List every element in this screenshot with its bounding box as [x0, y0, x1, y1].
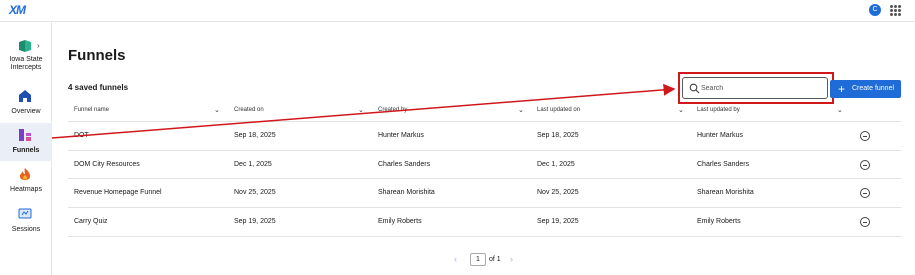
- funnel-name-link[interactable]: DOM City Resources: [74, 161, 140, 168]
- sidebar-item-sessions[interactable]: Sessions: [0, 202, 52, 240]
- remove-icon[interactable]: [860, 160, 870, 170]
- created-on-cell: Sep 18, 2025: [234, 132, 276, 139]
- sidebar-item-funnels[interactable]: Funnels: [0, 123, 52, 161]
- sidebar-item-label: Heatmaps: [10, 186, 42, 193]
- sidebar-item-label: Funnels: [12, 147, 40, 154]
- search-field[interactable]: [682, 77, 828, 99]
- remove-icon[interactable]: [860, 131, 870, 141]
- created-by-cell: Charles Sanders: [378, 161, 431, 168]
- created-on-cell: Dec 1, 2025: [234, 161, 272, 168]
- sidebar-item-label: Overview: [11, 108, 41, 115]
- remove-icon[interactable]: [860, 217, 870, 227]
- updated-on-cell: Nov 25, 2025: [537, 189, 579, 196]
- chevron-right-icon: ›: [37, 41, 40, 50]
- created-by-cell: Emily Roberts: [378, 218, 422, 225]
- column-header-created-on[interactable]: Created on: [234, 107, 264, 113]
- top-bar: XM C: [0, 0, 915, 22]
- remove-icon[interactable]: [860, 188, 870, 198]
- divider: [68, 121, 901, 122]
- chevron-down-icon[interactable]: ⌄: [518, 106, 524, 114]
- plus-icon: +: [838, 82, 846, 96]
- column-header-last-updated-on[interactable]: Last updated on: [537, 107, 580, 113]
- created-on-cell: Sep 19, 2025: [234, 218, 276, 225]
- search-input[interactable]: [701, 80, 821, 96]
- page-title: Funnels: [68, 47, 126, 64]
- divider: [68, 236, 901, 237]
- sessions-icon: [18, 208, 32, 219]
- sidebar: › Iowa State Intercepts Overview Funnels…: [0, 22, 52, 275]
- divider: [68, 178, 901, 179]
- sidebar-item-overview[interactable]: Overview: [0, 84, 52, 122]
- chevron-down-icon[interactable]: ⌄: [678, 106, 684, 114]
- project-icon: [19, 40, 31, 52]
- project-name: Iowa State Intercepts: [9, 56, 43, 71]
- chevron-left-icon[interactable]: ‹: [454, 254, 457, 264]
- annotation-arrow: [51, 83, 676, 139]
- chevron-down-icon[interactable]: ⌄: [837, 106, 843, 114]
- updated-on-cell: Sep 18, 2025: [537, 132, 579, 139]
- divider: [68, 207, 901, 208]
- home-icon: [19, 90, 31, 102]
- divider: [68, 150, 901, 151]
- updated-on-cell: Sep 19, 2025: [537, 218, 579, 225]
- chevron-down-icon[interactable]: ⌄: [358, 106, 364, 114]
- created-by-cell: Hunter Markus: [378, 132, 424, 139]
- created-by-cell: Sharean Morishita: [378, 189, 435, 196]
- updated-by-cell: Sharean Morishita: [697, 189, 754, 196]
- updated-on-cell: Dec 1, 2025: [537, 161, 575, 168]
- page-count-label: of 1: [489, 256, 501, 263]
- updated-by-cell: Hunter Markus: [697, 132, 743, 139]
- create-funnel-label: Create funnel: [852, 85, 895, 92]
- column-header-created-by[interactable]: Created by: [378, 107, 407, 113]
- funnel-name-link[interactable]: DOT: [74, 132, 89, 139]
- apps-grid-icon[interactable]: [890, 5, 901, 16]
- chevron-down-icon[interactable]: ⌄: [214, 106, 220, 114]
- updated-by-cell: Emily Roberts: [697, 218, 741, 225]
- xm-logo[interactable]: XM: [9, 3, 26, 17]
- sidebar-item-heatmaps[interactable]: Heatmaps: [0, 162, 52, 200]
- saved-funnels-count: 4 saved funnels: [68, 83, 129, 92]
- funnels-icon: [19, 129, 31, 141]
- create-funnel-button[interactable]: + Create funnel: [830, 80, 901, 98]
- sidebar-item-label: Sessions: [11, 226, 41, 233]
- funnel-name-link[interactable]: Revenue Homepage Funnel: [74, 189, 162, 196]
- user-avatar[interactable]: C: [869, 4, 881, 16]
- created-on-cell: Nov 25, 2025: [234, 189, 276, 196]
- page-number-input[interactable]: 1: [470, 253, 486, 266]
- chevron-right-icon[interactable]: ›: [510, 254, 513, 264]
- search-icon: [689, 83, 700, 94]
- column-header-funnel-name[interactable]: Funnel name: [74, 107, 109, 113]
- funnel-name-link[interactable]: Carry Quiz: [74, 218, 107, 225]
- column-header-last-updated-by[interactable]: Last updated by: [697, 107, 740, 113]
- updated-by-cell: Charles Sanders: [697, 161, 750, 168]
- flame-icon: [20, 168, 30, 180]
